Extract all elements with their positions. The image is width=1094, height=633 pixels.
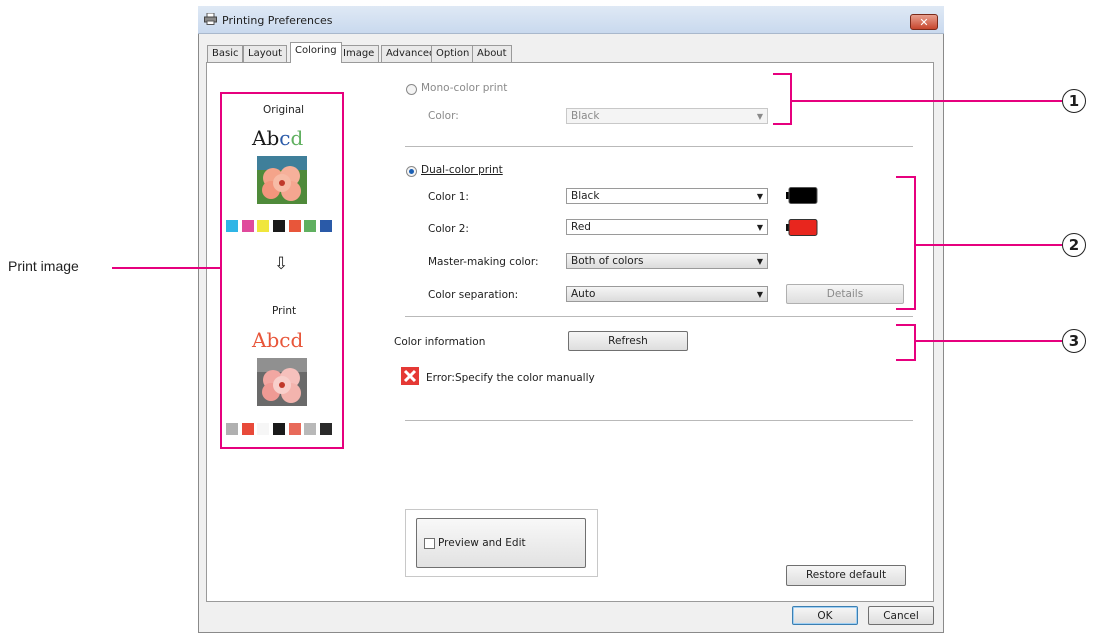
bracket2-top bbox=[896, 176, 916, 178]
original-color-swatch bbox=[289, 220, 301, 232]
tab-coloring[interactable]: Coloring bbox=[290, 42, 342, 63]
chevron-down-icon: ▼ bbox=[756, 257, 763, 266]
mono-color-label: Mono-color print bbox=[421, 82, 508, 94]
color1-value: Black bbox=[571, 190, 600, 202]
divider bbox=[405, 316, 913, 317]
chevron-down-icon: ▼ bbox=[756, 192, 763, 201]
red-ink-icon bbox=[786, 219, 818, 236]
chevron-down-icon: ▼ bbox=[756, 223, 763, 232]
restore-default-button[interactable]: Restore default bbox=[786, 565, 906, 586]
print-color-swatch bbox=[257, 423, 269, 435]
master-making-label: Master-making color: bbox=[428, 256, 539, 268]
tab-option[interactable]: Option bbox=[431, 45, 475, 62]
master-making-value: Both of colors bbox=[571, 255, 644, 267]
divider bbox=[405, 146, 913, 147]
original-color-swatch bbox=[242, 220, 254, 232]
print-color-swatch bbox=[304, 423, 316, 435]
print-image-annotation: Print image bbox=[8, 258, 79, 274]
color2-label: Color 2: bbox=[428, 223, 469, 235]
callout-1: 1 bbox=[1062, 89, 1086, 113]
black-ink-icon bbox=[786, 187, 818, 204]
preview-edit-checkbox[interactable] bbox=[424, 538, 435, 549]
cancel-button[interactable]: Cancel bbox=[868, 606, 934, 625]
color1-label: Color 1: bbox=[428, 191, 469, 203]
printer-icon bbox=[204, 12, 217, 25]
original-color-swatch bbox=[304, 220, 316, 232]
original-color-swatch bbox=[257, 220, 269, 232]
color-separation-select[interactable]: Auto ▼ bbox=[566, 286, 768, 302]
print-color-swatch bbox=[273, 423, 285, 435]
print-color-swatch bbox=[320, 423, 332, 435]
print-label: Print bbox=[272, 305, 297, 317]
color-separation-value: Auto bbox=[571, 288, 596, 300]
color2-value: Red bbox=[571, 221, 591, 233]
mono-color-value: Black bbox=[571, 110, 600, 122]
window-title: Printing Preferences bbox=[222, 14, 333, 27]
down-arrow-icon: ⇩ bbox=[274, 254, 289, 274]
close-button[interactable]: ✕ bbox=[910, 14, 938, 30]
print-flower-image bbox=[257, 358, 307, 406]
print-color-swatch bbox=[242, 423, 254, 435]
tab-about[interactable]: About bbox=[472, 45, 512, 62]
original-abcd-sample: Abcd bbox=[252, 126, 304, 150]
bracket1-bottom bbox=[773, 123, 792, 125]
print-color-swatch bbox=[289, 423, 301, 435]
bracket3-top bbox=[896, 324, 916, 326]
original-color-swatch bbox=[320, 220, 332, 232]
color-separation-label: Color separation: bbox=[428, 289, 519, 301]
chevron-down-icon: ▼ bbox=[756, 290, 763, 299]
error-message: Error:Specify the color manually bbox=[426, 372, 595, 384]
error-x-icon bbox=[401, 367, 419, 385]
original-label: Original bbox=[263, 104, 305, 116]
bracket3-side bbox=[914, 324, 916, 361]
tab-layout[interactable]: Layout bbox=[243, 45, 287, 62]
details-button[interactable]: Details bbox=[786, 284, 904, 304]
callout-2: 2 bbox=[1062, 233, 1086, 257]
original-flower-image bbox=[257, 156, 307, 204]
original-color-swatch bbox=[226, 220, 238, 232]
bracket2-bottom bbox=[896, 308, 916, 310]
mono-color-color-label: Color: bbox=[428, 110, 459, 122]
callout2-leader bbox=[916, 244, 1062, 246]
divider bbox=[405, 420, 913, 421]
print-abcd-sample: Abcd bbox=[252, 328, 304, 352]
tab-image[interactable]: Image bbox=[338, 45, 380, 62]
print-color-swatch bbox=[226, 423, 238, 435]
dual-color-radio[interactable] bbox=[406, 166, 417, 177]
color2-select[interactable]: Red ▼ bbox=[566, 219, 768, 235]
dual-color-label: Dual-color print bbox=[421, 164, 503, 176]
chevron-down-icon: ▼ bbox=[756, 112, 763, 121]
ok-button[interactable]: OK bbox=[792, 606, 858, 625]
callout3-leader bbox=[916, 340, 1062, 342]
tab-basic[interactable]: Basic bbox=[207, 45, 244, 62]
bracket3-bottom bbox=[896, 359, 916, 361]
bracket2-side bbox=[914, 176, 916, 310]
callout-3: 3 bbox=[1062, 329, 1086, 353]
print-image-leader-line bbox=[112, 267, 220, 269]
color1-select[interactable]: Black ▼ bbox=[566, 188, 768, 204]
mono-color-select[interactable]: Black ▼ bbox=[566, 108, 768, 124]
mono-color-radio[interactable] bbox=[406, 84, 417, 95]
master-making-select[interactable]: Both of colors ▼ bbox=[566, 253, 768, 269]
original-color-swatch bbox=[273, 220, 285, 232]
callout1-leader bbox=[792, 100, 1062, 102]
refresh-button[interactable]: Refresh bbox=[568, 331, 688, 351]
preview-edit-label: Preview and Edit bbox=[438, 537, 526, 549]
bracket1-side bbox=[790, 73, 792, 125]
color-information-label: Color information bbox=[394, 336, 486, 348]
